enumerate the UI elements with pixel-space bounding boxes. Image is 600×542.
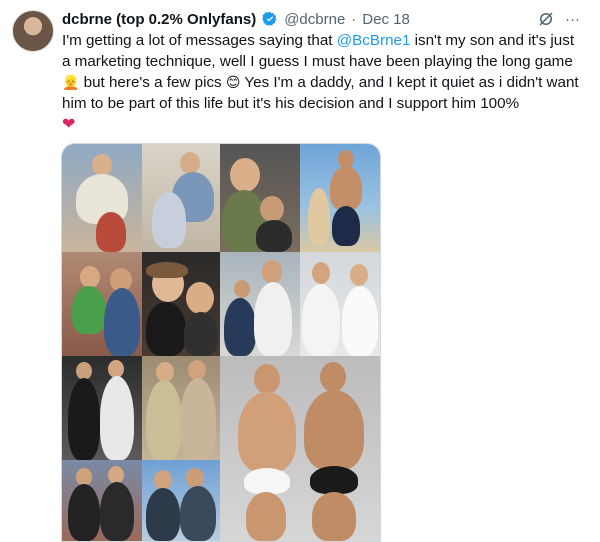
tweet-text-part-1: I'm getting a lot of messages saying tha… bbox=[62, 32, 337, 49]
photo-tile[interactable] bbox=[142, 144, 220, 252]
photo-tile[interactable] bbox=[62, 144, 142, 252]
mention-link[interactable]: @BcBrne1 bbox=[337, 32, 411, 49]
heart-emoji: ❤ bbox=[62, 116, 76, 133]
grok-icon[interactable] bbox=[537, 10, 555, 28]
photo-tile[interactable] bbox=[142, 252, 220, 356]
handle[interactable]: @dcbrne bbox=[284, 11, 345, 28]
tweet-text: I'm getting a lot of messages saying tha… bbox=[62, 30, 582, 135]
avatar[interactable] bbox=[12, 10, 54, 52]
photo-tile[interactable] bbox=[220, 252, 300, 356]
person-emoji: 👱 bbox=[62, 74, 80, 90]
tweet-date[interactable]: Dec 18 bbox=[362, 11, 410, 28]
tweet-header: dcbrne (top 0.2% Onlyfans) @dcbrne · Dec… bbox=[62, 8, 580, 30]
photo-tile[interactable] bbox=[300, 252, 380, 356]
smile-emoji: 😊 bbox=[225, 74, 241, 90]
tweet-text-part-3: but here's a few pics bbox=[79, 74, 226, 91]
photo-tile[interactable] bbox=[62, 252, 142, 356]
verified-badge-icon bbox=[262, 12, 277, 26]
photo-tile[interactable] bbox=[62, 460, 142, 541]
photo-tile[interactable] bbox=[142, 460, 220, 541]
photo-tile[interactable] bbox=[300, 144, 380, 252]
header-actions: ··· bbox=[537, 10, 580, 28]
photo-tile[interactable] bbox=[220, 144, 300, 252]
photo-collage[interactable] bbox=[61, 143, 381, 542]
photo-tile-large[interactable] bbox=[220, 356, 380, 541]
tweet[interactable]: dcbrne (top 0.2% Onlyfans) @dcbrne · Dec… bbox=[0, 0, 600, 542]
photo-tile[interactable] bbox=[62, 356, 142, 460]
photo-tile[interactable] bbox=[142, 356, 220, 460]
display-name[interactable]: dcbrne (top 0.2% Onlyfans) bbox=[62, 11, 256, 28]
more-options-icon[interactable]: ··· bbox=[565, 12, 580, 27]
separator-dot: · bbox=[351, 10, 357, 28]
